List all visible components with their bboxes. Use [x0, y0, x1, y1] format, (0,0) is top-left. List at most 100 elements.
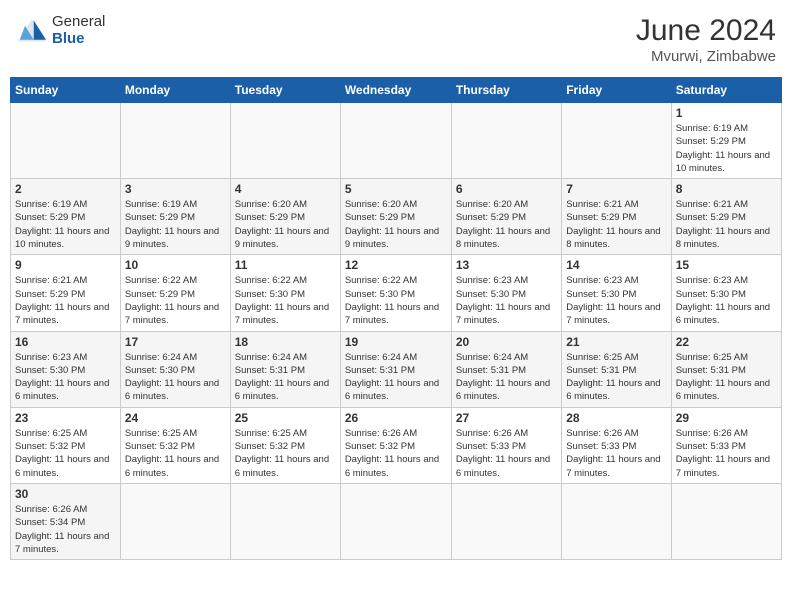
- calendar-cell: 24 Sunrise: 6:25 AMSunset: 5:32 PMDayligh…: [120, 407, 230, 483]
- day-number: 24: [125, 411, 226, 425]
- day-number: 8: [676, 182, 777, 196]
- calendar-cell: 2 Sunrise: 6:19 AMSunset: 5:29 PMDaylight…: [11, 179, 121, 255]
- calendar-cell: [562, 483, 671, 559]
- day-number: 3: [125, 182, 226, 196]
- day-info: Sunrise: 6:24 AMSunset: 5:30 PMDaylight:…: [125, 351, 226, 404]
- day-info: Sunrise: 6:21 AMSunset: 5:29 PMDaylight:…: [676, 198, 777, 251]
- day-info: Sunrise: 6:20 AMSunset: 5:29 PMDaylight:…: [235, 198, 336, 251]
- calendar-cell: 19 Sunrise: 6:24 AMSunset: 5:31 PMDayligh…: [340, 331, 451, 407]
- calendar-cell: 27Sunrise: 6:26 AMSunset: 5:33 PMDayligh…: [451, 407, 561, 483]
- day-number: 6: [456, 182, 557, 196]
- day-info: Sunrise: 6:20 AMSunset: 5:29 PMDaylight:…: [456, 198, 557, 251]
- calendar-cell: 4 Sunrise: 6:20 AMSunset: 5:29 PMDaylight…: [230, 179, 340, 255]
- day-info: Sunrise: 6:26 AMSunset: 5:33 PMDaylight:…: [566, 427, 666, 480]
- calendar-cell: 25 Sunrise: 6:25 AMSunset: 5:32 PMDayligh…: [230, 407, 340, 483]
- calendar-week-3: 9Sunrise: 6:21 AMSunset: 5:29 PMDaylight…: [11, 255, 782, 331]
- day-info: Sunrise: 6:26 AMSunset: 5:33 PMDaylight:…: [676, 427, 777, 480]
- calendar-cell: 12 Sunrise: 6:22 AMSunset: 5:30 PMDayligh…: [340, 255, 451, 331]
- calendar-cell: [562, 103, 671, 179]
- day-info: Sunrise: 6:23 AMSunset: 5:30 PMDaylight:…: [566, 274, 666, 327]
- calendar-cell: 9Sunrise: 6:21 AMSunset: 5:29 PMDaylight…: [11, 255, 121, 331]
- day-number: 2: [15, 182, 116, 196]
- day-info: Sunrise: 6:24 AMSunset: 5:31 PMDaylight:…: [345, 351, 447, 404]
- day-number: 14: [566, 258, 666, 272]
- day-number: 19: [345, 335, 447, 349]
- calendar-week-1: 1 Sunrise: 6:19 AMSunset: 5:29 PMDaylight…: [11, 103, 782, 179]
- day-info: Sunrise: 6:25 AMSunset: 5:32 PMDaylight:…: [125, 427, 226, 480]
- weekday-header-tuesday: Tuesday: [230, 78, 340, 103]
- calendar-header: SundayMondayTuesdayWednesdayThursdayFrid…: [11, 78, 782, 103]
- calendar-cell: [120, 483, 230, 559]
- day-number: 7: [566, 182, 666, 196]
- day-info: Sunrise: 6:24 AMSunset: 5:31 PMDaylight:…: [456, 351, 557, 404]
- day-info: Sunrise: 6:25 AMSunset: 5:32 PMDaylight:…: [15, 427, 116, 480]
- day-info: Sunrise: 6:20 AMSunset: 5:29 PMDaylight:…: [345, 198, 447, 251]
- calendar-cell: [230, 483, 340, 559]
- day-number: 26: [345, 411, 447, 425]
- page-header: General Blue June 2024 Mvurwi, Zimbabwe: [10, 10, 782, 69]
- calendar-cell: 21 Sunrise: 6:25 AMSunset: 5:31 PMDayligh…: [562, 331, 671, 407]
- calendar-cell: [671, 483, 781, 559]
- weekday-header-row: SundayMondayTuesdayWednesdayThursdayFrid…: [11, 78, 782, 103]
- calendar-cell: 28 Sunrise: 6:26 AMSunset: 5:33 PMDayligh…: [562, 407, 671, 483]
- weekday-header-monday: Monday: [120, 78, 230, 103]
- calendar-cell: 14 Sunrise: 6:23 AMSunset: 5:30 PMDayligh…: [562, 255, 671, 331]
- calendar-cell: 17 Sunrise: 6:24 AMSunset: 5:30 PMDayligh…: [120, 331, 230, 407]
- day-number: 28: [566, 411, 666, 425]
- day-info: Sunrise: 6:26 AMSunset: 5:32 PMDaylight:…: [345, 427, 447, 480]
- calendar-cell: 15Sunrise: 6:23 AMSunset: 5:30 PMDayligh…: [671, 255, 781, 331]
- calendar-cell: 22 Sunrise: 6:25 AMSunset: 5:31 PMDayligh…: [671, 331, 781, 407]
- calendar-cell: 13Sunrise: 6:23 AMSunset: 5:30 PMDayligh…: [451, 255, 561, 331]
- calendar-cell: [11, 103, 121, 179]
- day-number: 9: [15, 258, 116, 272]
- calendar-cell: 5 Sunrise: 6:20 AMSunset: 5:29 PMDaylight…: [340, 179, 451, 255]
- day-info: Sunrise: 6:25 AMSunset: 5:31 PMDaylight:…: [676, 351, 777, 404]
- calendar-cell: 7 Sunrise: 6:21 AMSunset: 5:29 PMDaylight…: [562, 179, 671, 255]
- calendar-cell: 1 Sunrise: 6:19 AMSunset: 5:29 PMDaylight…: [671, 103, 781, 179]
- day-number: 20: [456, 335, 557, 349]
- calendar-body: 1 Sunrise: 6:19 AMSunset: 5:29 PMDaylight…: [11, 103, 782, 560]
- calendar-week-6: 30Sunrise: 6:26 AMSunset: 5:34 PMDayligh…: [11, 483, 782, 559]
- calendar-week-2: 2 Sunrise: 6:19 AMSunset: 5:29 PMDaylight…: [11, 179, 782, 255]
- calendar-cell: 10Sunrise: 6:22 AMSunset: 5:29 PMDayligh…: [120, 255, 230, 331]
- day-number: 18: [235, 335, 336, 349]
- calendar-week-4: 16Sunrise: 6:23 AMSunset: 5:30 PMDayligh…: [11, 331, 782, 407]
- day-number: 11: [235, 258, 336, 272]
- day-number: 23: [15, 411, 116, 425]
- day-number: 1: [676, 106, 777, 120]
- calendar-cell: 23 Sunrise: 6:25 AMSunset: 5:32 PMDayligh…: [11, 407, 121, 483]
- month-year: June 2024: [636, 14, 776, 48]
- day-number: 27: [456, 411, 557, 425]
- day-info: Sunrise: 6:22 AMSunset: 5:30 PMDaylight:…: [235, 274, 336, 327]
- weekday-header-wednesday: Wednesday: [340, 78, 451, 103]
- day-info: Sunrise: 6:22 AMSunset: 5:30 PMDaylight:…: [345, 274, 447, 327]
- calendar-cell: 29Sunrise: 6:26 AMSunset: 5:33 PMDayligh…: [671, 407, 781, 483]
- day-info: Sunrise: 6:21 AMSunset: 5:29 PMDaylight:…: [566, 198, 666, 251]
- day-number: 17: [125, 335, 226, 349]
- day-number: 21: [566, 335, 666, 349]
- day-info: Sunrise: 6:26 AMSunset: 5:34 PMDaylight:…: [15, 503, 116, 556]
- calendar-cell: [120, 103, 230, 179]
- logo-text: General Blue: [52, 14, 105, 47]
- calendar-cell: [340, 483, 451, 559]
- day-info: Sunrise: 6:25 AMSunset: 5:31 PMDaylight:…: [566, 351, 666, 404]
- day-number: 12: [345, 258, 447, 272]
- calendar-cell: 18Sunrise: 6:24 AMSunset: 5:31 PMDayligh…: [230, 331, 340, 407]
- day-number: 4: [235, 182, 336, 196]
- calendar-cell: [230, 103, 340, 179]
- calendar-cell: [340, 103, 451, 179]
- title-block: June 2024 Mvurwi, Zimbabwe: [636, 14, 776, 65]
- calendar-cell: 20 Sunrise: 6:24 AMSunset: 5:31 PMDayligh…: [451, 331, 561, 407]
- day-number: 5: [345, 182, 447, 196]
- day-number: 22: [676, 335, 777, 349]
- day-info: Sunrise: 6:25 AMSunset: 5:32 PMDaylight:…: [235, 427, 336, 480]
- day-number: 25: [235, 411, 336, 425]
- calendar-cell: 8 Sunrise: 6:21 AMSunset: 5:29 PMDaylight…: [671, 179, 781, 255]
- day-number: 16: [15, 335, 116, 349]
- day-info: Sunrise: 6:19 AMSunset: 5:29 PMDaylight:…: [15, 198, 116, 251]
- weekday-header-sunday: Sunday: [11, 78, 121, 103]
- day-info: Sunrise: 6:19 AMSunset: 5:29 PMDaylight:…: [676, 122, 777, 175]
- logo-icon: [16, 17, 48, 45]
- day-info: Sunrise: 6:22 AMSunset: 5:29 PMDaylight:…: [125, 274, 226, 327]
- calendar-table: SundayMondayTuesdayWednesdayThursdayFrid…: [10, 77, 782, 560]
